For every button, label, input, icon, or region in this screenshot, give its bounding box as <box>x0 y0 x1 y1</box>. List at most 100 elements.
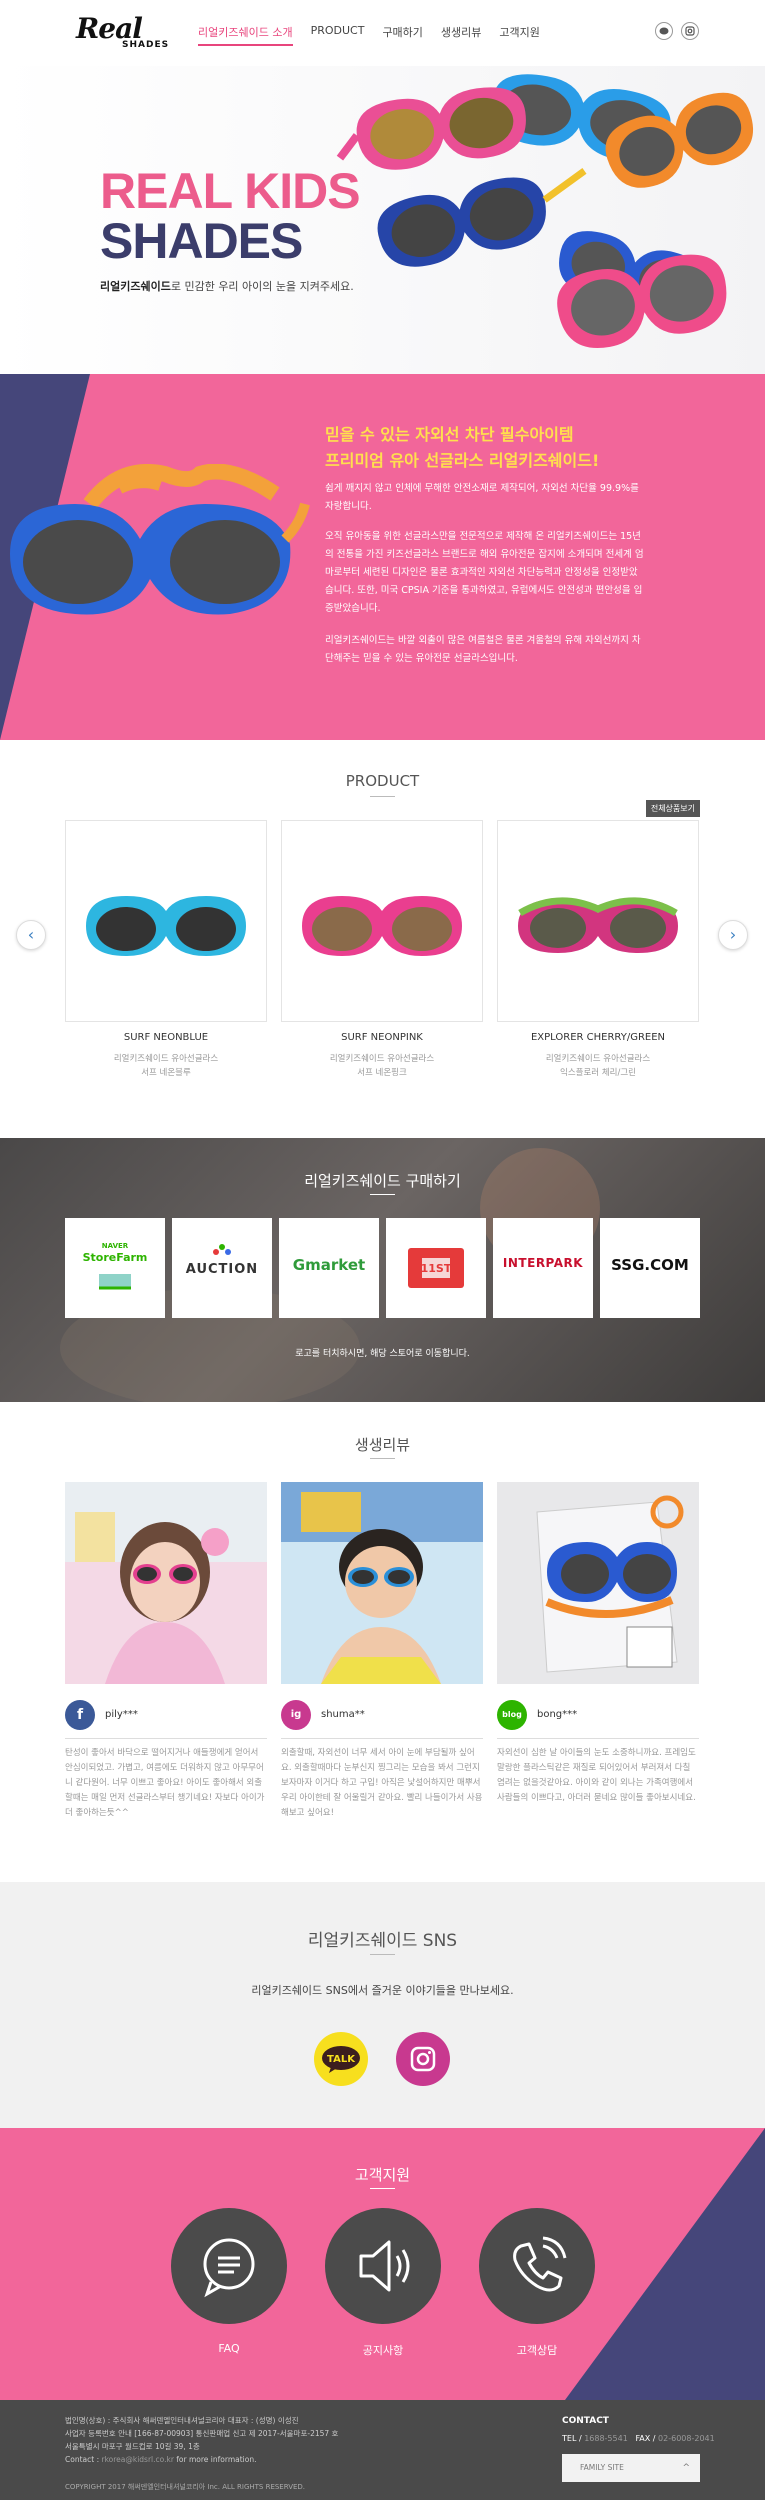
support-section: 고객지원 FAQ 공지사항 고객상담 <box>0 2128 765 2400</box>
footer-copyright: COPYRIGHT 2017 해써덴엘인터내셔널코리아 Inc. ALL RIG… <box>65 2483 306 2491</box>
main-nav: 리얼키즈쉐이드 소개 PRODUCT 구매하기 생생리뷰 고객지원 <box>198 24 540 46</box>
logo[interactable]: Real SHADES <box>76 12 170 56</box>
notice-button[interactable] <box>325 2208 441 2324</box>
instagram-icon[interactable]: ig <box>281 1700 311 1730</box>
product-card-1[interactable] <box>65 820 267 1022</box>
chevron-up-icon: ^ <box>682 2463 690 2473</box>
storefarm-logo: StoreFarm <box>82 1251 148 1264</box>
review-photo-3[interactable] <box>497 1482 699 1684</box>
consult-label[interactable]: 고객상담 <box>479 2342 595 2358</box>
review-text-2: 외출할때, 자외선이 너무 세서 아이 눈에 부담될까 싶어요. 외출할때마다 … <box>281 1748 483 1818</box>
instagram-icon[interactable] <box>681 22 699 40</box>
shop-storefarm[interactable]: NAVER StoreFarm <box>65 1218 165 1318</box>
hero-title-line2: SHADES <box>100 213 303 269</box>
review-user-1: f pily*** <box>65 1700 267 1730</box>
footer-company-line1: 법인명(상호) : 주식회사 해써덴엘인터내셔널코리아 대표자 : (성명) 이… <box>65 2416 299 2425</box>
review-text-1: 탄성이 좋아서 바닥으로 떨어지거나 애들쟁에게 얻어서 안심이되었고. 가볍고… <box>65 1748 265 1818</box>
chat-bubble-icon <box>203 2238 255 2298</box>
intro-section: 믿을 수 있는 자외선 차단 필수아이템 프리미엄 유아 선글라스 리얼키즈쉐이드… <box>0 374 765 740</box>
product-image-cherrygreen <box>518 897 678 953</box>
review-user-2: ig shuma** <box>281 1700 483 1730</box>
product-image-neonpink <box>302 896 462 956</box>
auction-logo: AUCTION <box>185 1262 259 1277</box>
kakaotalk-button[interactable]: TALK <box>314 2032 368 2086</box>
header-sns <box>655 22 699 40</box>
kakao-icon[interactable] <box>655 22 673 40</box>
product-desc-2-line2: 서프 네온핑크 <box>357 1068 407 1078</box>
blog-icon[interactable]: blog <box>497 1700 527 1730</box>
review-text-3: 자외선이 심한 날 아이들의 눈도 소중하니까요. 프레임도 말랑한 플라스틱같… <box>497 1748 696 1803</box>
auction-dots-icon <box>213 1244 231 1255</box>
product-section-title: PRODUCT <box>345 772 420 790</box>
footer-company-line3: 서울특별시 마포구 월드컵로 10길 39, 1층 <box>65 2442 200 2451</box>
intro-heading: 믿을 수 있는 자외선 차단 필수아이템 프리미엄 유아 선글라스 리얼키즈쉐이드… <box>325 422 599 474</box>
shop-ssg[interactable]: SSG.COM <box>600 1218 700 1318</box>
hero-subtitle-brand: 리얼키즈쉐이드 <box>100 280 171 293</box>
hero-sunglasses-image <box>336 74 754 348</box>
product-desc-3: 리얼키즈쉐이드 유아선글라스 익스플로러 체리/그린 <box>497 1052 699 1080</box>
review-section: 생생리뷰 f pily*** 탄성이 좋아서 바닥으로 떨어지거나 애들쟁에게 … <box>0 1402 765 1882</box>
family-site-select[interactable]: FAMILY SITE ^ <box>562 2454 700 2482</box>
review-user-3: blog bong*** <box>497 1700 699 1730</box>
view-all-products-button[interactable]: 전체상품보기 <box>645 800 700 817</box>
product-desc-2: 리얼키즈쉐이드 유아선글라스 서프 네온핑크 <box>281 1052 483 1080</box>
product-card-3[interactable] <box>497 820 699 1022</box>
consult-button[interactable] <box>479 2208 595 2324</box>
nav-item-support[interactable]: 고객지원 <box>499 24 539 46</box>
logo-text-bottom: SHADES <box>122 40 170 50</box>
faq-label[interactable]: FAQ <box>171 2342 287 2355</box>
product-section: PRODUCT 전체상품보기 ‹ › SURF NEONBLUE 리얼키즈쉐이드… <box>0 740 765 1138</box>
footer-contact-title: CONTACT <box>562 2416 609 2426</box>
product-desc-1-line1: 리얼키즈쉐이드 유아선글라스 <box>113 1054 219 1064</box>
review-divider-1 <box>65 1738 267 1739</box>
11st-logo: 11ST <box>420 1262 452 1275</box>
nav-item-about[interactable]: 리얼키즈쉐이드 소개 <box>198 24 293 46</box>
nav-item-buy[interactable]: 구매하기 <box>382 24 422 46</box>
intro-heading-line2: 프리미엄 유아 선글라스 리얼키즈쉐이드! <box>325 451 600 470</box>
sns-section-title: 리얼키즈쉐이드 SNS <box>307 1931 458 1951</box>
buy-title-divider <box>370 1194 395 1195</box>
faq-button[interactable] <box>171 2208 287 2324</box>
review-section-title: 생생리뷰 <box>354 1436 411 1454</box>
review-username-3: bong*** <box>537 1709 578 1720</box>
product-name-2[interactable]: SURF NEONPINK <box>281 1032 483 1043</box>
hero-subtitle: 리얼키즈쉐이드로 민감한 우리 아이의 눈을 지켜주세요. <box>100 278 354 294</box>
nav-item-review[interactable]: 생생리뷰 <box>441 24 481 46</box>
notice-label[interactable]: 공지사항 <box>325 2342 441 2358</box>
shop-gmarket[interactable]: Gmarket <box>279 1218 379 1318</box>
sns-subtitle: 리얼키즈쉐이드 SNS에서 즐거운 이야기들을 만나보세요. <box>251 1984 514 1997</box>
buy-note: 로고를 터치하시면, 해당 스토어로 이동합니다. <box>295 1349 470 1359</box>
review-photo-1[interactable] <box>65 1482 267 1684</box>
hero-title-line1: REAL KIDS <box>100 163 361 219</box>
product-name-3[interactable]: EXPLORER CHERRY/GREEN <box>497 1032 699 1043</box>
storefarm-icon <box>99 1274 131 1290</box>
phone-icon <box>513 2236 567 2292</box>
footer-contact-email[interactable]: rkorea@kidsrl.co.kr <box>101 2455 173 2464</box>
product-desc-3-line1: 리얼키즈쉐이드 유아선글라스 <box>545 1054 651 1064</box>
nav-item-product[interactable]: PRODUCT <box>311 24 365 46</box>
product-next-arrow[interactable]: › <box>718 920 748 950</box>
speaker-icon <box>359 2240 410 2292</box>
footer-contact-suffix: for more information. <box>176 2455 257 2464</box>
shop-interpark[interactable]: INTERPARK <box>493 1218 593 1318</box>
page: Real SHADES 리얼키즈쉐이드 소개 PRODUCT 구매하기 생생리뷰… <box>0 0 765 2500</box>
naver-label: NAVER <box>101 1242 129 1250</box>
shop-11st[interactable]: 11ST <box>386 1218 486 1318</box>
footer-fax-value: 02-6008-2041 <box>658 2434 715 2443</box>
instagram-icon <box>410 2046 436 2072</box>
intro-paragraph-1: 쉽게 깨지지 않고 인체에 무해한 안전소재로 제작되어, 자외선 차단율 99… <box>325 483 639 512</box>
support-title-divider <box>370 2188 395 2189</box>
review-photo-2[interactable] <box>281 1482 483 1684</box>
buy-section: 리얼키즈쉐이드 구매하기 NAVER StoreFarm AUCTION Gma… <box>0 1138 765 1402</box>
product-card-2[interactable] <box>281 820 483 1022</box>
intro-paragraph-3: 리얼키즈쉐이드는 바깥 외출이 많은 여름철은 물론 겨울철의 유해 자외선까지… <box>325 635 641 664</box>
product-desc-1-line2: 서프 네온블루 <box>141 1068 191 1078</box>
facebook-icon[interactable]: f <box>65 1700 95 1730</box>
product-name-1[interactable]: SURF NEONBLUE <box>65 1032 267 1043</box>
review-divider-2 <box>281 1738 483 1739</box>
hero-subtitle-text: 로 민감한 우리 아이의 눈을 지켜주세요. <box>170 280 354 293</box>
product-prev-arrow[interactable]: ‹ <box>16 920 46 950</box>
instagram-button[interactable] <box>396 2032 450 2086</box>
shop-auction[interactable]: AUCTION <box>172 1218 272 1318</box>
footer-company-info: 법인명(상호) : 주식회사 해써덴엘인터내셔널코리아 대표자 : (성명) 이… <box>65 2414 338 2466</box>
